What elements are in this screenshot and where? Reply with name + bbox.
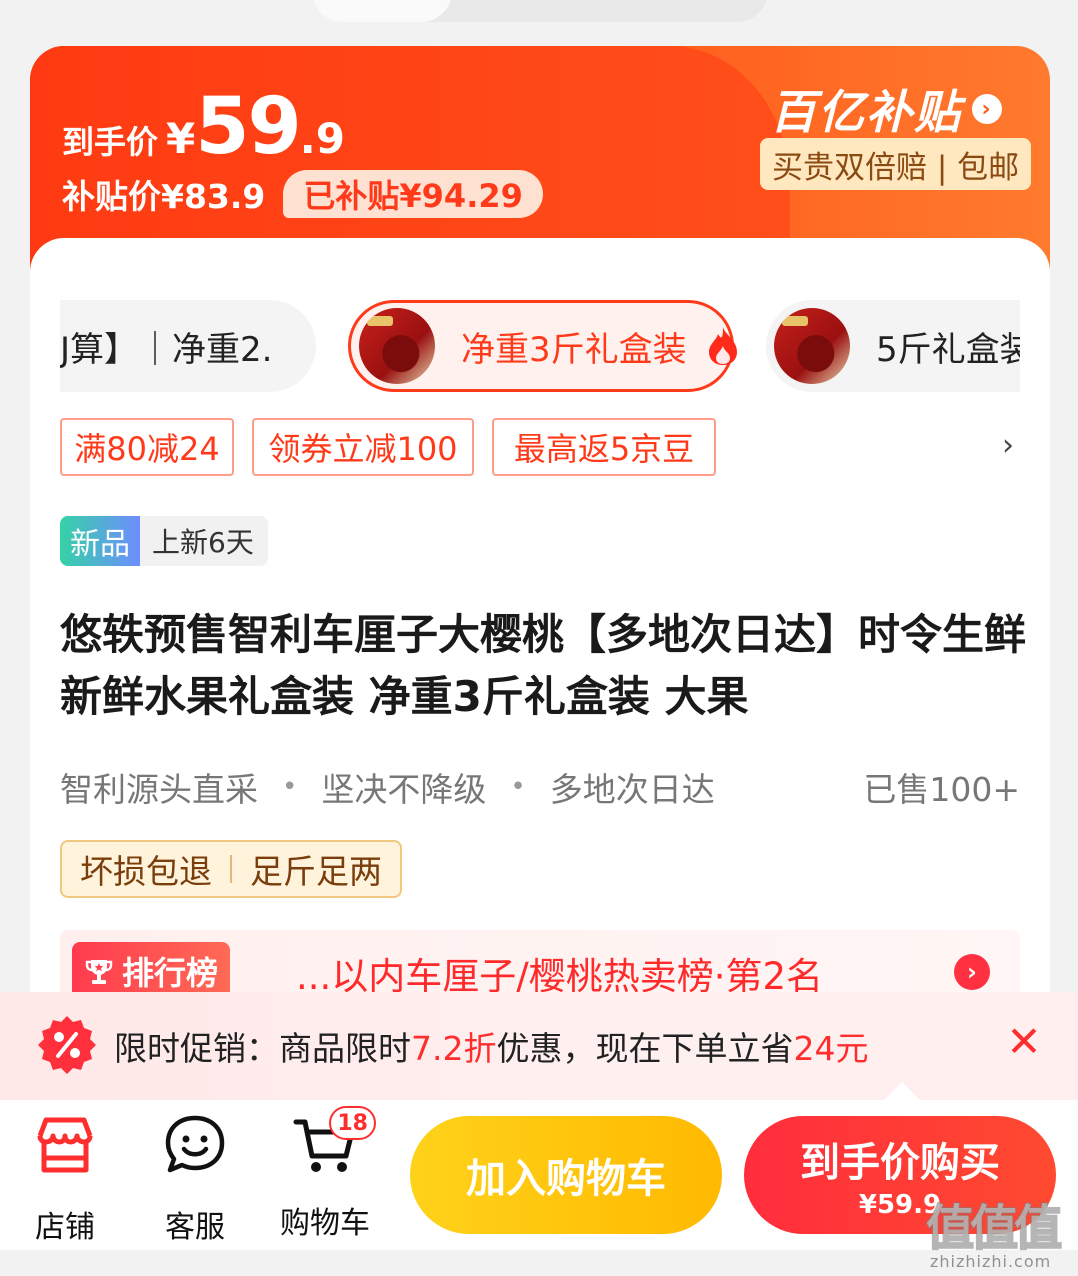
store-icon bbox=[37, 1117, 93, 1173]
feature-item: 多地次日达 bbox=[549, 770, 715, 809]
product-title: 悠轶预售智利车厘子大樱桃【多地次日达】时令生鲜新鲜水果礼盒装 净重3斤礼盒装 大… bbox=[60, 610, 1027, 721]
feature-item: 智利源头直采 bbox=[60, 770, 258, 809]
watermark-url: zhizhizhi.com bbox=[930, 1252, 1052, 1271]
tooltip-pointer bbox=[884, 1082, 920, 1100]
service-guarantees[interactable]: 坏损包退 足斤足两 bbox=[60, 840, 402, 898]
customer-service-button[interactable]: 客服 bbox=[140, 1112, 250, 1246]
close-icon[interactable]: ✕ bbox=[1004, 1021, 1044, 1063]
hand-price-decimal: .9 bbox=[299, 114, 345, 163]
hand-price-label: 到手价 bbox=[62, 123, 159, 161]
subsidy-program-logo[interactable]: 百亿补贴 › bbox=[770, 76, 1002, 142]
sold-count: 已售100+ bbox=[863, 770, 1020, 809]
promo-message: 限时促销：商品限时7.2折优惠，现在下单立省24元 bbox=[114, 1022, 868, 1070]
site-watermark: 值值值 zhizhizhi.com bbox=[925, 1188, 1076, 1274]
chat-face-icon bbox=[165, 1115, 225, 1173]
trophy-icon bbox=[85, 960, 113, 984]
guarantee-item: 坏损包退 bbox=[80, 852, 212, 891]
watermark-logo: 值值值 bbox=[925, 1199, 1063, 1257]
guarantee-item: 足斤足两 bbox=[250, 852, 382, 891]
new-days-text: 上新6天 bbox=[152, 526, 254, 559]
subsidy-program-tags: 买贵双倍赔 | 包邮 bbox=[760, 138, 1032, 190]
cart-label: 购物车 bbox=[280, 1206, 370, 1241]
store-label: 店铺 bbox=[35, 1210, 95, 1245]
new-badge: 新品 bbox=[60, 516, 140, 566]
discount-percent-icon bbox=[38, 1016, 96, 1074]
top-handle-pill-active bbox=[312, 0, 452, 22]
variant-label: J算】｜净重2. bbox=[60, 329, 273, 370]
feature-item: 坚决不降级 bbox=[321, 770, 487, 809]
cherry-gift-box-thumbnail bbox=[359, 308, 435, 384]
new-product-tag: 新品 上新6天 bbox=[60, 516, 268, 566]
variant-option-1[interactable]: J算】｜净重2. bbox=[60, 300, 316, 392]
promo-discount: 7.2折 bbox=[411, 1029, 497, 1068]
flame-icon bbox=[709, 327, 737, 365]
subsidy-amount-badge: 已补贴¥94.29 bbox=[283, 170, 543, 218]
cart-icon-wrap: 18 bbox=[292, 1106, 376, 1178]
variant-label: 5斤礼盒装 bbox=[876, 329, 1020, 370]
buy-now-label: 到手价购买 bbox=[800, 1140, 1000, 1186]
customer-service-label: 客服 bbox=[165, 1210, 225, 1245]
promo-savings: 24元 bbox=[793, 1029, 869, 1068]
subsidy-program-name: 百亿补贴 bbox=[770, 85, 962, 139]
chevron-right-icon[interactable]: › bbox=[996, 428, 1020, 463]
promo-middle: 优惠，现在下单立省 bbox=[496, 1029, 794, 1068]
coupon-list: 满80减24 领券立减100 最高返5京豆 › bbox=[60, 418, 1020, 478]
cherry-gift-box-thumbnail bbox=[774, 308, 850, 384]
variant-selector: J算】｜净重2. 净重3斤礼盒装 5斤礼盒装 bbox=[60, 296, 1020, 396]
subsidy-row: 补贴价¥83.9 已补贴¥94.29 bbox=[62, 170, 543, 218]
variant-option-3[interactable]: 5斤礼盒装 bbox=[766, 300, 1020, 392]
product-info: J算】｜净重2. 净重3斤礼盒装 5斤礼盒装 满80减24 领券立减100 最高… bbox=[30, 238, 1050, 1046]
ranking-badge-label: 排行榜 bbox=[122, 954, 219, 992]
add-to-cart-button[interactable]: 加入购物车 bbox=[410, 1116, 722, 1234]
coupon-tag[interactable]: 领券立减100 bbox=[252, 418, 474, 476]
top-handle-pill bbox=[312, 0, 768, 22]
bottom-action-bar: 店铺 客服 18 购物车 加入购物车 到手价购买 ¥59.9 bbox=[0, 1082, 1078, 1250]
variant-option-2-selected[interactable]: 净重3斤礼盒装 bbox=[348, 300, 734, 392]
coupon-tag[interactable]: 最高返5京豆 bbox=[492, 418, 716, 476]
coupon-tag[interactable]: 满80减24 bbox=[60, 418, 234, 476]
chevron-right-icon: › bbox=[954, 954, 990, 990]
cart-button[interactable]: 18 购物车 bbox=[270, 1106, 380, 1242]
feature-separator: • bbox=[510, 772, 526, 802]
hand-price-integer: 59 bbox=[195, 82, 302, 172]
promo-prefix: 限时促销：商品限时 bbox=[114, 1029, 411, 1068]
subsidy-price: 补贴价¥83.9 bbox=[62, 177, 266, 216]
hand-price: 到手价 ¥ 59 .9 bbox=[62, 82, 345, 172]
feature-list: 智利源头直采 • 坚决不降级 • 多地次日达 已售100+ bbox=[60, 762, 1020, 812]
variant-label: 净重3斤礼盒装 bbox=[461, 329, 687, 370]
cart-count-badge: 18 bbox=[329, 1106, 376, 1140]
hand-price-currency: ¥ bbox=[166, 114, 196, 163]
feature-separator: • bbox=[282, 772, 298, 802]
product-card: 到手价 ¥ 59 .9 补贴价¥83.9 已补贴¥94.29 百亿补贴 › 买贵… bbox=[30, 46, 1050, 1046]
store-button[interactable]: 店铺 bbox=[10, 1112, 120, 1246]
chevron-right-icon: › bbox=[972, 94, 1002, 124]
